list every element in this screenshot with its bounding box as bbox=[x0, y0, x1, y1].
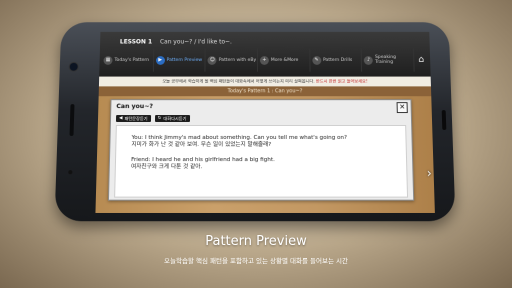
dialog-body: You: I think Jimmy's mad about something… bbox=[114, 124, 409, 198]
listen-pattern-button[interactable]: ◀ 패턴문장듣기 bbox=[115, 115, 151, 122]
notice-text: 오늘 공부에서 학습하게 될 핵심 패턴들이 대화속에서 어떻게 쓰이는지 미리… bbox=[162, 78, 315, 84]
nav-label: Today's Pattern bbox=[114, 57, 150, 63]
nav-more-and-more[interactable]: + More &More bbox=[257, 48, 311, 72]
close-button[interactable]: ✕ bbox=[396, 102, 408, 114]
button-label: 패턴문장듣기 bbox=[124, 116, 148, 121]
caption-title: Pattern Preview bbox=[205, 234, 307, 249]
replay-dialog-button[interactable]: ↻ 대화다시듣기 bbox=[154, 115, 190, 122]
eby-icon: ☺ bbox=[207, 55, 217, 65]
nav-label: More &More bbox=[270, 57, 299, 63]
nav-bar: ▦ Today's Pattern ▶ Pattern Preview ☺ Pa… bbox=[101, 48, 429, 72]
top-bar: LESSON 1 Can you~? / I'd like to~. ▦ Tod… bbox=[99, 31, 431, 77]
lesson-number: LESSON 1 bbox=[119, 38, 153, 46]
calendar-icon: ▦ bbox=[103, 55, 113, 65]
button-label: 대화다시듣기 bbox=[163, 116, 187, 121]
home-hardware-button[interactable] bbox=[441, 110, 447, 130]
drill-icon: ✎ bbox=[312, 55, 322, 65]
notice-banner: 오늘 공부에서 학습하게 될 핵심 패턴들이 대화속에서 어떻게 쓰이는지 미리… bbox=[98, 76, 431, 87]
sensor-dot bbox=[68, 170, 73, 175]
nav-speaking-training[interactable]: ♪ Speaking Training bbox=[361, 48, 415, 72]
phone-device: LESSON 1 Can you~? / I'd like to~. ▦ Tod… bbox=[54, 22, 456, 222]
nav-label: Speaking Training bbox=[374, 55, 397, 65]
home-icon: ⌂ bbox=[418, 55, 425, 65]
pattern-dialog: Can you~? ✕ ◀ 패턴문장듣기 ↻ 대화다시듣기 You: I thi… bbox=[107, 99, 415, 201]
dialog-line-friend-en: Friend: I heard he and his girlfriend ha… bbox=[131, 157, 275, 164]
dialog-line-friend-ko: 여자친구와 크게 다툰 것 같아. bbox=[130, 164, 203, 171]
nav-label: Pattern with eBy bbox=[218, 57, 257, 63]
more-icon: + bbox=[259, 55, 269, 65]
home-button[interactable]: ⌂ bbox=[414, 48, 429, 71]
speaker-icon: ◀ bbox=[118, 116, 123, 121]
dialog-line-you-en: You: I think Jimmy's mad about something… bbox=[131, 134, 348, 141]
next-arrow-icon[interactable]: › bbox=[427, 166, 432, 180]
app-screen: LESSON 1 Can you~? / I'd like to~. ▦ Tod… bbox=[95, 31, 435, 213]
dialog-title: Can you~? bbox=[116, 103, 154, 111]
main-content: Today's Pattern 1 : Can you~? Can you~? … bbox=[95, 86, 435, 213]
notice-highlight: 반드시 한번 읽고 들어보세요! bbox=[315, 78, 368, 84]
nav-pattern-preview[interactable]: ▶ Pattern Preview bbox=[153, 48, 206, 72]
lesson-header: LESSON 1 Can you~? / I'd like to~. bbox=[120, 39, 232, 46]
preview-icon: ▶ bbox=[155, 55, 165, 65]
dialog-line-you-ko: 지미가 화가 난 것 같아 보여. 무슨 일이 있었는지 말해줄래? bbox=[131, 141, 272, 148]
nav-pattern-drills[interactable]: ✎ Pattern Drills bbox=[309, 48, 363, 72]
speaking-icon: ♪ bbox=[364, 55, 374, 65]
nav-pattern-with-eby[interactable]: ☺ Pattern with eBy bbox=[205, 48, 258, 72]
dialog-button-row: ◀ 패턴문장듣기 ↻ 대화다시듣기 bbox=[115, 115, 190, 122]
close-icon: ✕ bbox=[399, 103, 406, 112]
replay-icon: ↻ bbox=[157, 116, 162, 121]
nav-label: Pattern Preview bbox=[166, 57, 203, 63]
speaker-grille bbox=[69, 104, 75, 136]
nav-label: Pattern Drills bbox=[322, 57, 353, 63]
caption-subtitle: 오늘학습할 핵심 패턴을 포함하고 있는 상황별 대화를 들어보는 시간 bbox=[164, 257, 348, 265]
camera-icon bbox=[69, 62, 78, 71]
lesson-title: Can you~? / I'd like to~. bbox=[159, 38, 232, 46]
section-title: Today's Pattern 1 : Can you~? bbox=[98, 86, 432, 97]
nav-todays-pattern[interactable]: ▦ Today's Pattern bbox=[101, 48, 154, 72]
